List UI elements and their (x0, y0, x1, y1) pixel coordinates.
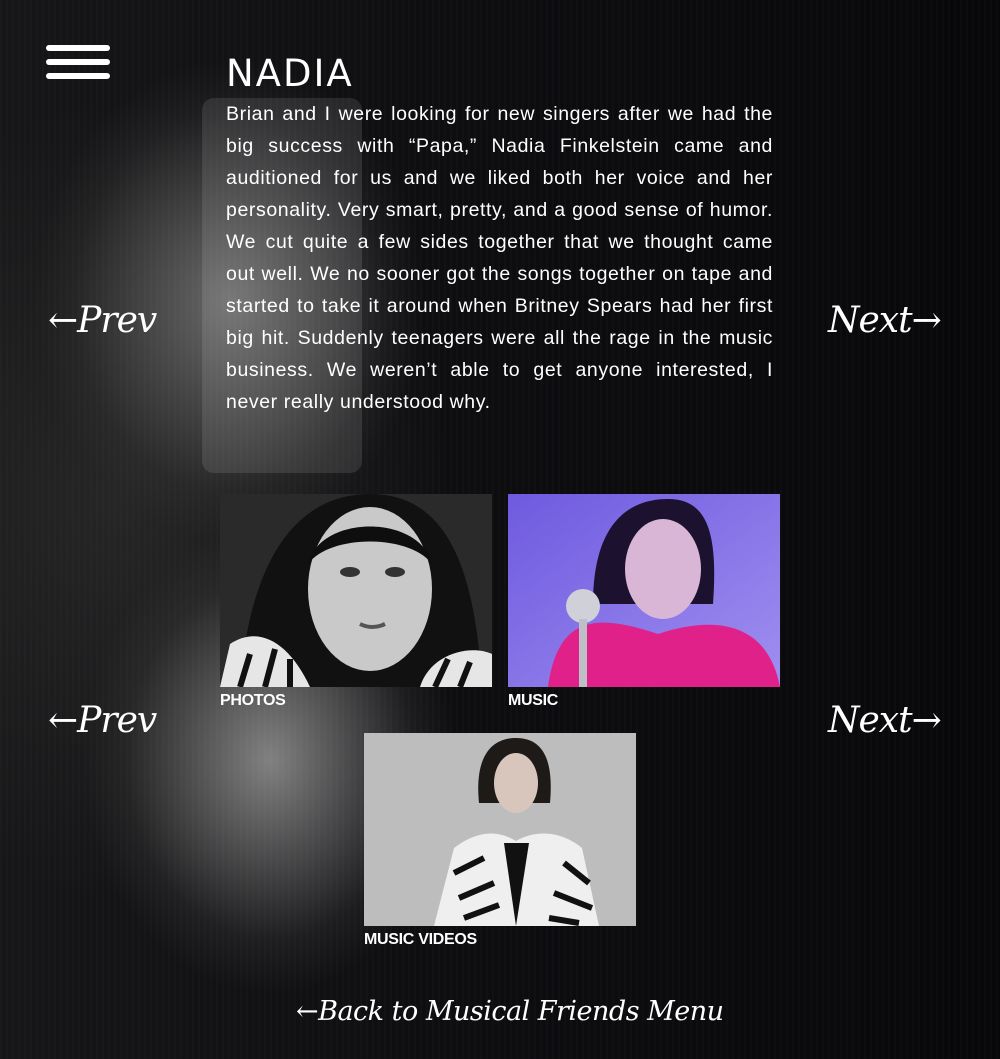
photos-thumbnail (220, 494, 492, 687)
next-link-top[interactable]: Next→ (828, 300, 942, 341)
prev-link-top[interactable]: ←Prev (48, 300, 157, 341)
story-text: Brian and I were looking for new singers… (226, 103, 773, 413)
next-link-bottom[interactable]: Next→ (828, 700, 942, 741)
music-thumbnail (508, 494, 780, 687)
music-label: MUSIC (508, 692, 559, 709)
music-tile[interactable]: MUSIC (508, 494, 780, 714)
music-videos-tile[interactable]: MUSIC VIDEOS (364, 733, 636, 953)
back-to-menu-link[interactable]: ←Back to Musical Friends Menu (296, 996, 724, 1027)
photos-tile[interactable]: PHOTOS (220, 494, 492, 714)
hamburger-menu-icon[interactable] (46, 45, 110, 81)
prev-link-bottom[interactable]: ←Prev (48, 700, 157, 741)
music-videos-label: MUSIC VIDEOS (364, 931, 477, 948)
photos-label: PHOTOS (220, 692, 286, 709)
page-title: NADIA (226, 52, 354, 95)
music-videos-thumbnail (364, 733, 636, 926)
